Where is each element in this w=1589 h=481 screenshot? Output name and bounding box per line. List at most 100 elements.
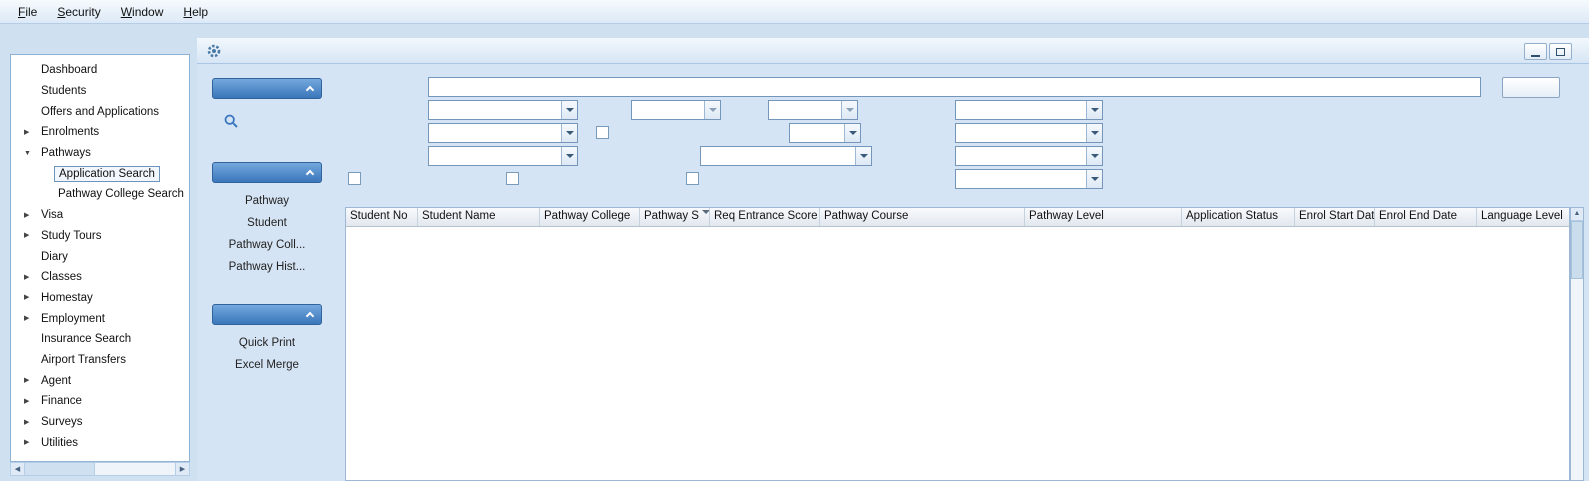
menu-item[interactable]: Security — [47, 1, 110, 23]
chevron-down-icon[interactable] — [841, 101, 857, 119]
sidebar-item[interactable]: Classes — [11, 267, 189, 288]
sidebar-item[interactable]: Students — [11, 81, 189, 102]
sidebar-item[interactable]: Enrolments — [11, 122, 189, 143]
sidebar-horizontal-scrollbar[interactable]: ◀ ▶ — [10, 462, 190, 476]
print-section-button[interactable] — [212, 304, 322, 325]
scroll-right-icon[interactable]: ▶ — [175, 463, 189, 475]
not-meeting-pathway-plan-checkbox[interactable] — [348, 172, 361, 185]
column-header[interactable]: Student No — [346, 208, 418, 226]
sidebar-item[interactable]: Insurance Search — [11, 329, 189, 350]
column-header[interactable]: Pathway Course — [820, 208, 1025, 226]
college-select[interactable] — [428, 146, 578, 166]
expand-arrow-icon[interactable] — [24, 150, 37, 157]
sidebar-item[interactable]: Study Tours — [11, 226, 189, 247]
column-header-label: Req Entrance Score — [714, 210, 818, 222]
chevron-down-icon[interactable] — [561, 101, 577, 119]
column-header[interactable]: Pathway S — [640, 208, 710, 226]
search-input[interactable] — [428, 77, 1481, 97]
show-started-select[interactable] — [789, 123, 861, 143]
sidebar-item[interactable]: Pathways — [11, 143, 189, 164]
clear-button[interactable] — [1502, 77, 1560, 98]
chevron-down-icon[interactable] — [704, 101, 720, 119]
expand-arrow-icon[interactable] — [24, 377, 37, 384]
show-not-accepted-checkbox[interactable] — [596, 126, 609, 139]
monitoring-pathway-progress-checkbox[interactable] — [506, 172, 519, 185]
scrollbar-thumb[interactable] — [1571, 221, 1583, 279]
search-action-item[interactable] — [212, 110, 322, 132]
expand-arrow-icon[interactable] — [24, 315, 37, 322]
from-date-input[interactable] — [631, 100, 721, 120]
chevron-down-icon[interactable] — [561, 124, 577, 142]
view-section-button[interactable] — [212, 162, 322, 183]
student-country-select[interactable] — [700, 146, 872, 166]
column-header-label: Language Level — [1481, 210, 1563, 222]
chevron-down-icon[interactable] — [1086, 170, 1102, 188]
employee-select[interactable] — [955, 146, 1103, 166]
options-section-button[interactable] — [212, 78, 322, 99]
column-header[interactable]: Pathway College — [540, 208, 640, 226]
internal-contact-select[interactable] — [955, 169, 1103, 189]
to-date-input[interactable] — [768, 100, 858, 120]
scroll-up-icon[interactable]: ▲ — [1571, 208, 1583, 221]
sidebar-item[interactable]: Homestay — [11, 288, 189, 309]
status-select[interactable] — [428, 123, 578, 143]
menu-item[interactable]: File — [8, 1, 47, 23]
sidebar-item[interactable]: Visa — [11, 205, 189, 226]
chevron-down-icon[interactable] — [1086, 101, 1102, 119]
column-header[interactable]: Language Level — [1477, 208, 1570, 226]
view-item[interactable]: Pathway — [212, 190, 322, 212]
column-header[interactable]: Pathway Level — [1025, 208, 1182, 226]
expand-arrow-icon[interactable] — [24, 212, 37, 219]
chevron-down-icon[interactable] — [1086, 147, 1102, 165]
sidebar-item[interactable]: Pathway College Search — [11, 184, 189, 205]
expand-arrow-icon[interactable] — [24, 232, 37, 239]
column-header[interactable]: Application Status — [1182, 208, 1295, 226]
menu-item[interactable]: Help — [173, 1, 218, 23]
view-item[interactable]: Pathway Hist... — [212, 256, 322, 278]
sidebar-item[interactable]: Surveys — [11, 412, 189, 433]
expand-arrow-icon[interactable] — [24, 129, 37, 136]
chevron-down-icon[interactable] — [561, 147, 577, 165]
sidebar-item-label: Students — [37, 84, 90, 98]
sidebar-item-label: Pathways — [37, 146, 95, 160]
from-date-value — [632, 101, 704, 119]
column-header[interactable]: Enrol End Date — [1375, 208, 1477, 226]
sidebar-item[interactable]: Airport Transfers — [11, 350, 189, 371]
column-header[interactable]: Req Entrance Score — [710, 208, 820, 226]
view-item[interactable]: Student — [212, 212, 322, 234]
chevron-down-icon[interactable] — [1086, 124, 1102, 142]
sidebar-item[interactable]: Application Search — [11, 163, 189, 184]
expand-arrow-icon[interactable] — [24, 294, 37, 301]
course-value — [956, 101, 1086, 119]
scrollbar-thumb[interactable] — [25, 463, 95, 475]
sidebar-item-label: Surveys — [37, 415, 87, 429]
column-header[interactable]: Student Name — [418, 208, 540, 226]
sidebar-item[interactable]: Diary — [11, 246, 189, 267]
view-item[interactable]: Pathway Coll... — [212, 234, 322, 256]
date-option-select[interactable] — [428, 100, 578, 120]
course-select[interactable] — [955, 100, 1103, 120]
sidebar-item[interactable]: Offers and Applications — [11, 101, 189, 122]
sidebar-item[interactable]: Agent — [11, 370, 189, 391]
menu-item[interactable]: Window — [111, 1, 174, 23]
minimize-button[interactable] — [1524, 43, 1547, 60]
level-select[interactable] — [955, 123, 1103, 143]
chevron-down-icon[interactable] — [855, 147, 871, 165]
column-header-label: Student Name — [422, 210, 496, 222]
expand-arrow-icon[interactable] — [24, 419, 37, 426]
chevron-down-icon[interactable] — [844, 124, 860, 142]
print-item[interactable]: Quick Print — [212, 332, 322, 354]
maximize-button[interactable] — [1549, 43, 1572, 60]
expand-arrow-icon[interactable] — [24, 439, 37, 446]
expand-arrow-icon[interactable] — [24, 398, 37, 405]
sidebar-item[interactable]: Dashboard — [11, 60, 189, 81]
scroll-left-icon[interactable]: ◀ — [11, 463, 25, 475]
sidebar-item[interactable]: Utilities — [11, 432, 189, 453]
grid-vertical-scrollbar[interactable]: ▲ — [1570, 207, 1584, 481]
print-item[interactable]: Excel Merge — [212, 354, 322, 376]
column-header[interactable]: Enrol Start Date — [1295, 208, 1375, 226]
sidebar-item[interactable]: Employment — [11, 308, 189, 329]
sidebar-item[interactable]: Finance — [11, 391, 189, 412]
expand-arrow-icon[interactable] — [24, 274, 37, 281]
include-cancelled-checkbox[interactable] — [686, 172, 699, 185]
